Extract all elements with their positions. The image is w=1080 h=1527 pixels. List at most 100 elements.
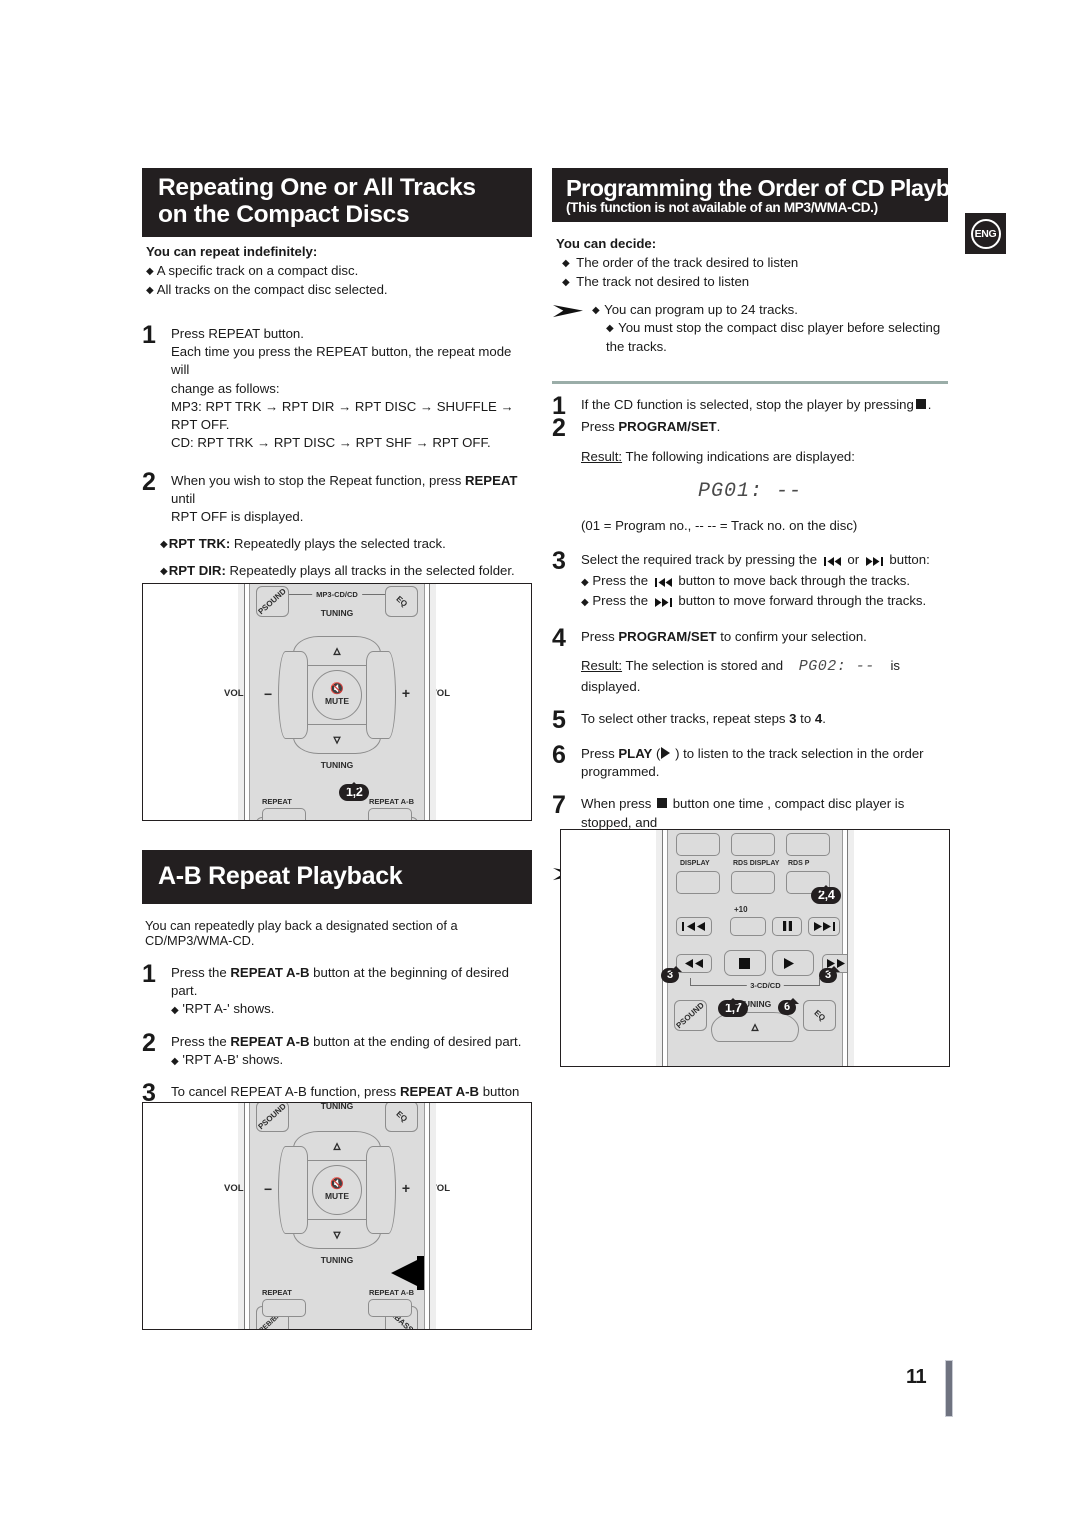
stop-icon: [657, 798, 668, 809]
vol-right-label: VOL: [430, 688, 450, 699]
ab-step1-sub: ◆ 'RPT A-' shows.: [171, 1001, 275, 1017]
program-note: ◆ You can program up to 24 tracks. ◆ You…: [552, 301, 948, 357]
volume-up-button[interactable]: [366, 651, 396, 739]
definition-rpt-dir: ◆RPT DIR: Repeatedly plays all tracks in…: [160, 562, 515, 578]
diamond-icon: ◆: [171, 1005, 179, 1017]
skip-forward-icon: [654, 594, 672, 612]
page-marker-bar: [945, 1360, 953, 1417]
psound-button[interactable]: PSOUND: [256, 586, 289, 617]
chevron-up-icon: ▵: [751, 1018, 759, 1034]
repeat-label: REPEAT: [262, 1288, 292, 1297]
step-body: Press the REPEAT A-B button at the begin…: [171, 964, 532, 1019]
prog-step2-result: Result: The following indications are di…: [581, 448, 855, 464]
plus-ten-label: +10: [734, 905, 748, 914]
display-button[interactable]: [676, 871, 720, 894]
section-header-repeating: Repeating One or All Tracks on the Compa…: [142, 168, 532, 237]
rds-display-button[interactable]: [731, 871, 775, 894]
prog-step-4: 4 Press PROGRAM/SET to confirm your sele…: [552, 623, 948, 652]
step-number: 3: [552, 547, 566, 576]
step-number: 5: [552, 706, 566, 735]
divider: [552, 380, 948, 384]
diamond-icon: ◆: [581, 596, 589, 608]
prog-step-5: 5 To select other tracks, repeat steps 3…: [552, 706, 948, 735]
step-body: When you wish to stop the Repeat functio…: [171, 472, 532, 527]
diamond-icon: ◆: [171, 1055, 179, 1067]
step-number: 2: [142, 1028, 156, 1057]
diamond-icon: ◆: [606, 323, 614, 335]
program-set-button[interactable]: [786, 833, 830, 856]
step3-sub1: ◆ Press the button to move back through …: [581, 572, 948, 592]
vol-right-label: VOL: [430, 1183, 450, 1194]
repeat-button[interactable]: [262, 1299, 306, 1317]
eq-button[interactable]: EQ: [803, 1000, 836, 1031]
volume-down-button[interactable]: [278, 1146, 308, 1234]
partial-button: [354, 583, 388, 584]
minus-icon: −: [264, 686, 273, 702]
repeat-button[interactable]: [262, 808, 306, 820]
plus-ten-button[interactable]: [730, 917, 766, 936]
skip-back-icon: [654, 574, 672, 592]
right-column: Programming the Order of CD Playback (Th…: [552, 168, 988, 942]
step3-line1: Select the required track by pressing th…: [581, 551, 948, 571]
step-number: 1: [142, 321, 156, 349]
vol-left-label: VOL: [224, 688, 244, 699]
diamond-icon: ◆: [562, 257, 570, 269]
step-number: 2: [142, 467, 156, 496]
chevron-up-icon: ▵: [333, 642, 341, 658]
rewind-icon: [684, 959, 704, 970]
pause-icon: [782, 921, 793, 933]
remote-figure-ab-repeat: PSOUND EQ TREB/BASS P.BASS TUNING ▵ ▿ 🔇 …: [142, 1102, 532, 1330]
repeat-ab-button[interactable]: [368, 1299, 412, 1317]
rds-p-label: RDS P: [788, 860, 810, 867]
step7-line1: When press button one time , compact dis…: [581, 796, 905, 830]
mute-button[interactable]: 🔇 MUTE: [312, 670, 362, 720]
step2-line1: When you wish to stop the Repeat functio…: [171, 472, 518, 506]
note-bullet: ◆ You must stop the compact disc player …: [606, 320, 941, 355]
psound-button[interactable]: PSOUND: [674, 1000, 707, 1031]
pointer-bar: [417, 1256, 424, 1290]
tuning-down-label: TUNING: [320, 1255, 354, 1265]
volume-up-button[interactable]: [366, 1146, 396, 1234]
prog-step-2: 2 Press PROGRAM/SET.: [552, 416, 948, 440]
diamond-icon: ◆: [160, 565, 168, 577]
mo-st-button[interactable]: [731, 833, 775, 856]
step-number: 4: [552, 623, 566, 652]
step-body: Press PROGRAM/SET.: [581, 419, 721, 435]
display-label: DISPLAY: [680, 860, 710, 867]
prog-step-3: 3 Select the required track by pressing …: [552, 547, 948, 612]
partial-button: [284, 583, 318, 584]
arrow-glyph: [553, 304, 583, 317]
remote-body: PSOUND EQ TREB/BASS P.BASS TUNING ▵ ▿ 🔇 …: [224, 1103, 450, 1329]
manual-page: Repeating One or All Tracks on the Compa…: [0, 0, 1080, 1527]
tuning-mode-button[interactable]: [676, 833, 720, 856]
remote-figure-repeat: MP3-CD/CD PSOUND EQ TREB/BASS P.BASS TUN…: [142, 583, 532, 821]
language-badge: ENG: [965, 213, 1006, 254]
repeat-bullet: ◆ A specific track on a compact disc.: [146, 262, 359, 278]
program-title: Programming the Order of CD Playback: [566, 175, 988, 201]
callout-1-2: 1,2: [339, 782, 370, 801]
step-number: 1: [142, 960, 156, 988]
play-icon: [784, 958, 795, 971]
mp3-cd-label: MP3-CD/CD: [312, 590, 362, 599]
prog-step4-result: Result: The selection is stored and PG02…: [581, 658, 900, 695]
diamond-icon: ◆: [146, 265, 154, 277]
step-body: Press the REPEAT A-B button at the endin…: [171, 1033, 532, 1069]
mute-button[interactable]: 🔇 MUTE: [312, 1165, 362, 1215]
repeat-ab-button[interactable]: [368, 808, 412, 820]
prog-step-6: 6 Press PLAY ( ) to listen to the track …: [552, 742, 948, 781]
callout-2-4: 2,4: [811, 885, 842, 904]
chevron-up-icon: ▵: [333, 1137, 341, 1153]
plus-icon: +: [401, 1180, 410, 1196]
section-title-line1: Repeating One or All Tracks: [158, 174, 476, 201]
diamond-icon: ◆: [592, 304, 600, 316]
mute-icon: 🔇: [330, 683, 344, 695]
program-bullet: ◆ The track not desired to listen: [562, 273, 750, 289]
eq-button[interactable]: EQ: [385, 586, 418, 617]
chevron-down-icon: ▿: [333, 1226, 341, 1242]
volume-down-button[interactable]: [278, 651, 308, 739]
section-header-ab-repeat: A-B Repeat Playback: [142, 850, 532, 904]
tuning-down-label: TUNING: [320, 760, 354, 770]
callout-6: 6: [778, 998, 799, 1015]
mp3-cd-label: 3-CD/CD: [747, 981, 784, 990]
lcd-explanation: (01 = Program no., -- -- = Track no. on …: [581, 518, 858, 534]
